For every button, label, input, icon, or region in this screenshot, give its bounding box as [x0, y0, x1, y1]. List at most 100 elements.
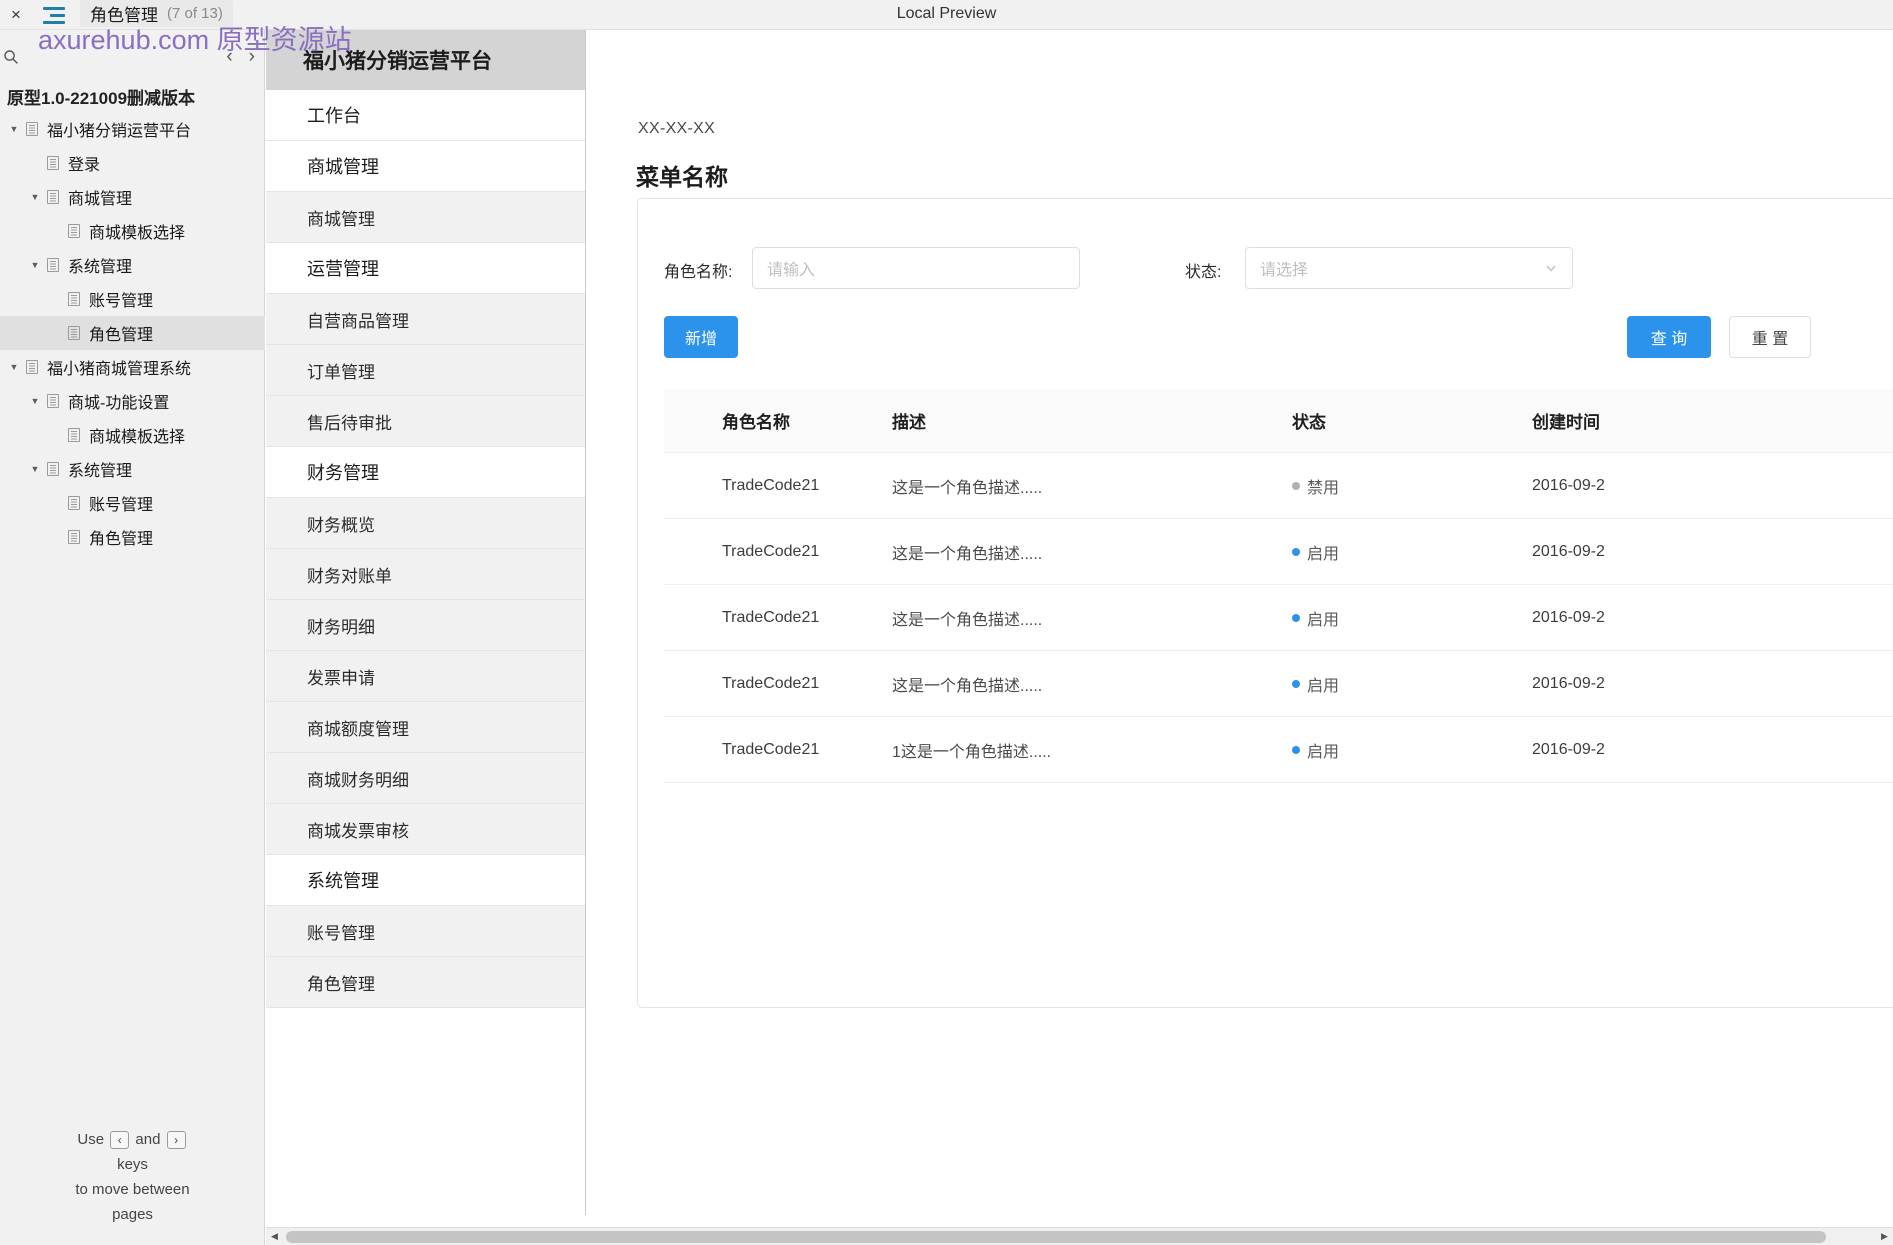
page-tab-title: 角色管理	[90, 6, 158, 25]
page-document-icon	[45, 393, 61, 409]
page-document-icon	[45, 461, 61, 477]
status-dot-icon	[1292, 481, 1300, 490]
table-row[interactable]: TradeCode21 这是一个角色描述..... 禁用 2016-09-2	[664, 453, 1893, 519]
page-pager: ‹ ›	[226, 47, 255, 66]
twisty-expanded-icon[interactable]: ▼	[4, 362, 24, 372]
nav-item[interactable]: 运营管理	[266, 243, 585, 294]
twisty-expanded-icon[interactable]: ▼	[25, 464, 45, 474]
scroll-left-icon[interactable]: ◀	[266, 1228, 283, 1245]
twisty-expanded-icon[interactable]: ▼	[25, 260, 45, 270]
status-dot-icon	[1292, 547, 1300, 556]
page-tab[interactable]: 角色管理 (7 of 13)	[80, 0, 233, 27]
scrollbar-thumb[interactable]	[286, 1231, 1826, 1243]
page-tree-item[interactable]: ▼角色管理	[0, 520, 265, 554]
page-tree-item[interactable]: ▼账号管理	[0, 486, 265, 520]
search-icon[interactable]	[3, 49, 19, 65]
nav-item[interactable]: 商城管理	[266, 141, 585, 192]
nav-item[interactable]: 自营商品管理	[266, 294, 585, 345]
status-dot-icon	[1292, 613, 1300, 622]
cell-description: 1这是一个角色描述.....	[892, 743, 1052, 761]
nav-item[interactable]: 订单管理	[266, 345, 585, 396]
query-button[interactable]: 查 询	[1627, 316, 1711, 358]
cell-description: 这是一个角色描述.....	[892, 677, 1043, 695]
table-column-header: 创建时间	[1532, 413, 1600, 432]
nav-item[interactable]: 财务管理	[266, 447, 585, 498]
status-select[interactable]: 请选择	[1245, 247, 1573, 289]
nav-item-label: 售后待审批	[307, 413, 392, 433]
page-tree-item-label: 商城-功能设置	[68, 395, 170, 412]
table-row[interactable]: TradeCode21 这是一个角色描述..... 启用 2016-09-2	[664, 585, 1893, 651]
page-document-icon	[45, 189, 61, 205]
page-tree-item[interactable]: ▼账号管理	[0, 282, 265, 316]
nav-item-label: 运营管理	[307, 259, 379, 279]
page-tab-count: (7 of 13)	[167, 5, 223, 22]
page-tree-item[interactable]: ▼ 商城-功能设置	[0, 384, 265, 418]
twisty-expanded-icon[interactable]: ▼	[4, 124, 24, 134]
status-badge: 启用	[1307, 677, 1340, 695]
nav-item[interactable]: 财务对账单	[266, 549, 585, 600]
page-tree-item-label: 商城模板选择	[89, 225, 186, 242]
nav-item[interactable]: 发票申请	[266, 651, 585, 702]
cell-description: 这是一个角色描述.....	[892, 545, 1043, 563]
page-tree-item-label: 商城模板选择	[89, 429, 186, 446]
table-header-row: 角色名称 描述 状态 创建时间	[664, 389, 1893, 453]
nav-item[interactable]: 财务明细	[266, 600, 585, 651]
table-row[interactable]: TradeCode21 这是一个角色描述..... 启用 2016-09-2	[664, 651, 1893, 717]
reset-button[interactable]: 重 置	[1729, 316, 1811, 358]
status-badge: 启用	[1307, 611, 1340, 629]
nav-item-label: 订单管理	[307, 362, 375, 382]
nav-item[interactable]: 售后待审批	[266, 396, 585, 447]
nav-item[interactable]: 商城发票审核	[266, 804, 585, 855]
nav-item[interactable]: 账号管理	[266, 906, 585, 957]
page-tree-item-label: 系统管理	[68, 259, 133, 276]
role-name-input[interactable]: 请输入	[752, 247, 1080, 289]
roles-table: 角色名称 描述 状态 创建时间 TradeCode21 这是一个角色描述..... 禁用 2…	[664, 389, 1893, 783]
page-tree-item[interactable]: ▼商城模板选择	[0, 418, 265, 452]
prototype-title: 原型1.0-221009删减版本	[7, 89, 196, 108]
scroll-right-icon[interactable]: ▶	[1876, 1228, 1893, 1245]
page-tree-item-label: 商城管理	[68, 191, 133, 208]
page-tree-item-label: 角色管理	[89, 531, 154, 548]
page-tree-item-label: 登录	[68, 157, 101, 174]
page-tree-item[interactable]: ▼ 福小猪分销运营平台	[0, 112, 265, 146]
page-tree-item[interactable]: ▼ 系统管理	[0, 248, 265, 282]
table-row[interactable]: TradeCode21 这是一个角色描述..... 启用 2016-09-2	[664, 519, 1893, 585]
cell-created-time: 2016-09-2	[1532, 476, 1605, 494]
window-titlebar: Local Preview × 角色管理 (7 of 13)	[0, 0, 1893, 30]
nav-item[interactable]: 商城财务明细	[266, 753, 585, 804]
table-row[interactable]: TradeCode21 1这是一个角色描述..... 启用 2016-09-2	[664, 717, 1893, 783]
page-tree-item[interactable]: ▼ 系统管理	[0, 452, 265, 486]
nav-item[interactable]: 商城额度管理	[266, 702, 585, 753]
hint-move-label: to move between	[75, 1181, 190, 1198]
page-tree-item[interactable]: ▼商城模板选择	[0, 214, 265, 248]
nav-item[interactable]: 财务概览	[266, 498, 585, 549]
page-document-icon	[24, 121, 40, 137]
page-tree-item-label: 福小猪分销运营平台	[47, 123, 192, 140]
status-label: 状态:	[1185, 264, 1222, 281]
page-tree-item-label: 福小猪商城管理系统	[47, 361, 192, 378]
hamburger-menu-icon[interactable]	[40, 3, 70, 27]
role-management-card: 角色名称: 请输入 状态: 请选择 新增 查 询 重 置 角色名称 描述 状态 …	[637, 198, 1893, 1008]
page-tree-item-label: 系统管理	[68, 463, 133, 480]
nav-item[interactable]: 系统管理	[266, 855, 585, 906]
twisty-expanded-icon[interactable]: ▼	[25, 192, 45, 202]
cell-role-name: TradeCode21	[722, 674, 820, 692]
nav-item[interactable]: 商城管理	[266, 192, 585, 243]
twisty-expanded-icon[interactable]: ▼	[25, 396, 45, 406]
horizontal-scrollbar[interactable]: ◀ ▶	[266, 1227, 1893, 1245]
status-dot-icon	[1292, 745, 1300, 754]
nav-item[interactable]: 工作台	[266, 90, 585, 141]
page-document-icon	[66, 427, 82, 443]
add-button[interactable]: 新增	[664, 316, 738, 358]
page-tree-item[interactable]: ▼角色管理	[0, 316, 265, 350]
page-tree-item[interactable]: ▼ 商城管理	[0, 180, 265, 214]
nav-item[interactable]: 角色管理	[266, 957, 585, 1008]
next-page-icon[interactable]: ›	[249, 47, 255, 66]
close-icon[interactable]: ×	[4, 2, 28, 26]
prev-page-icon[interactable]: ‹	[226, 47, 232, 66]
main-content: XX-XX-XX 菜单名称 角色名称: 请输入 状态: 请选择 新增 查 询 重…	[587, 30, 1893, 1215]
page-tree-item[interactable]: ▼登录	[0, 146, 265, 180]
page-tree-item[interactable]: ▼ 福小猪商城管理系统	[0, 350, 265, 384]
nav-item-label: 角色管理	[307, 974, 375, 994]
nav-item-label: 财务对账单	[307, 566, 392, 586]
